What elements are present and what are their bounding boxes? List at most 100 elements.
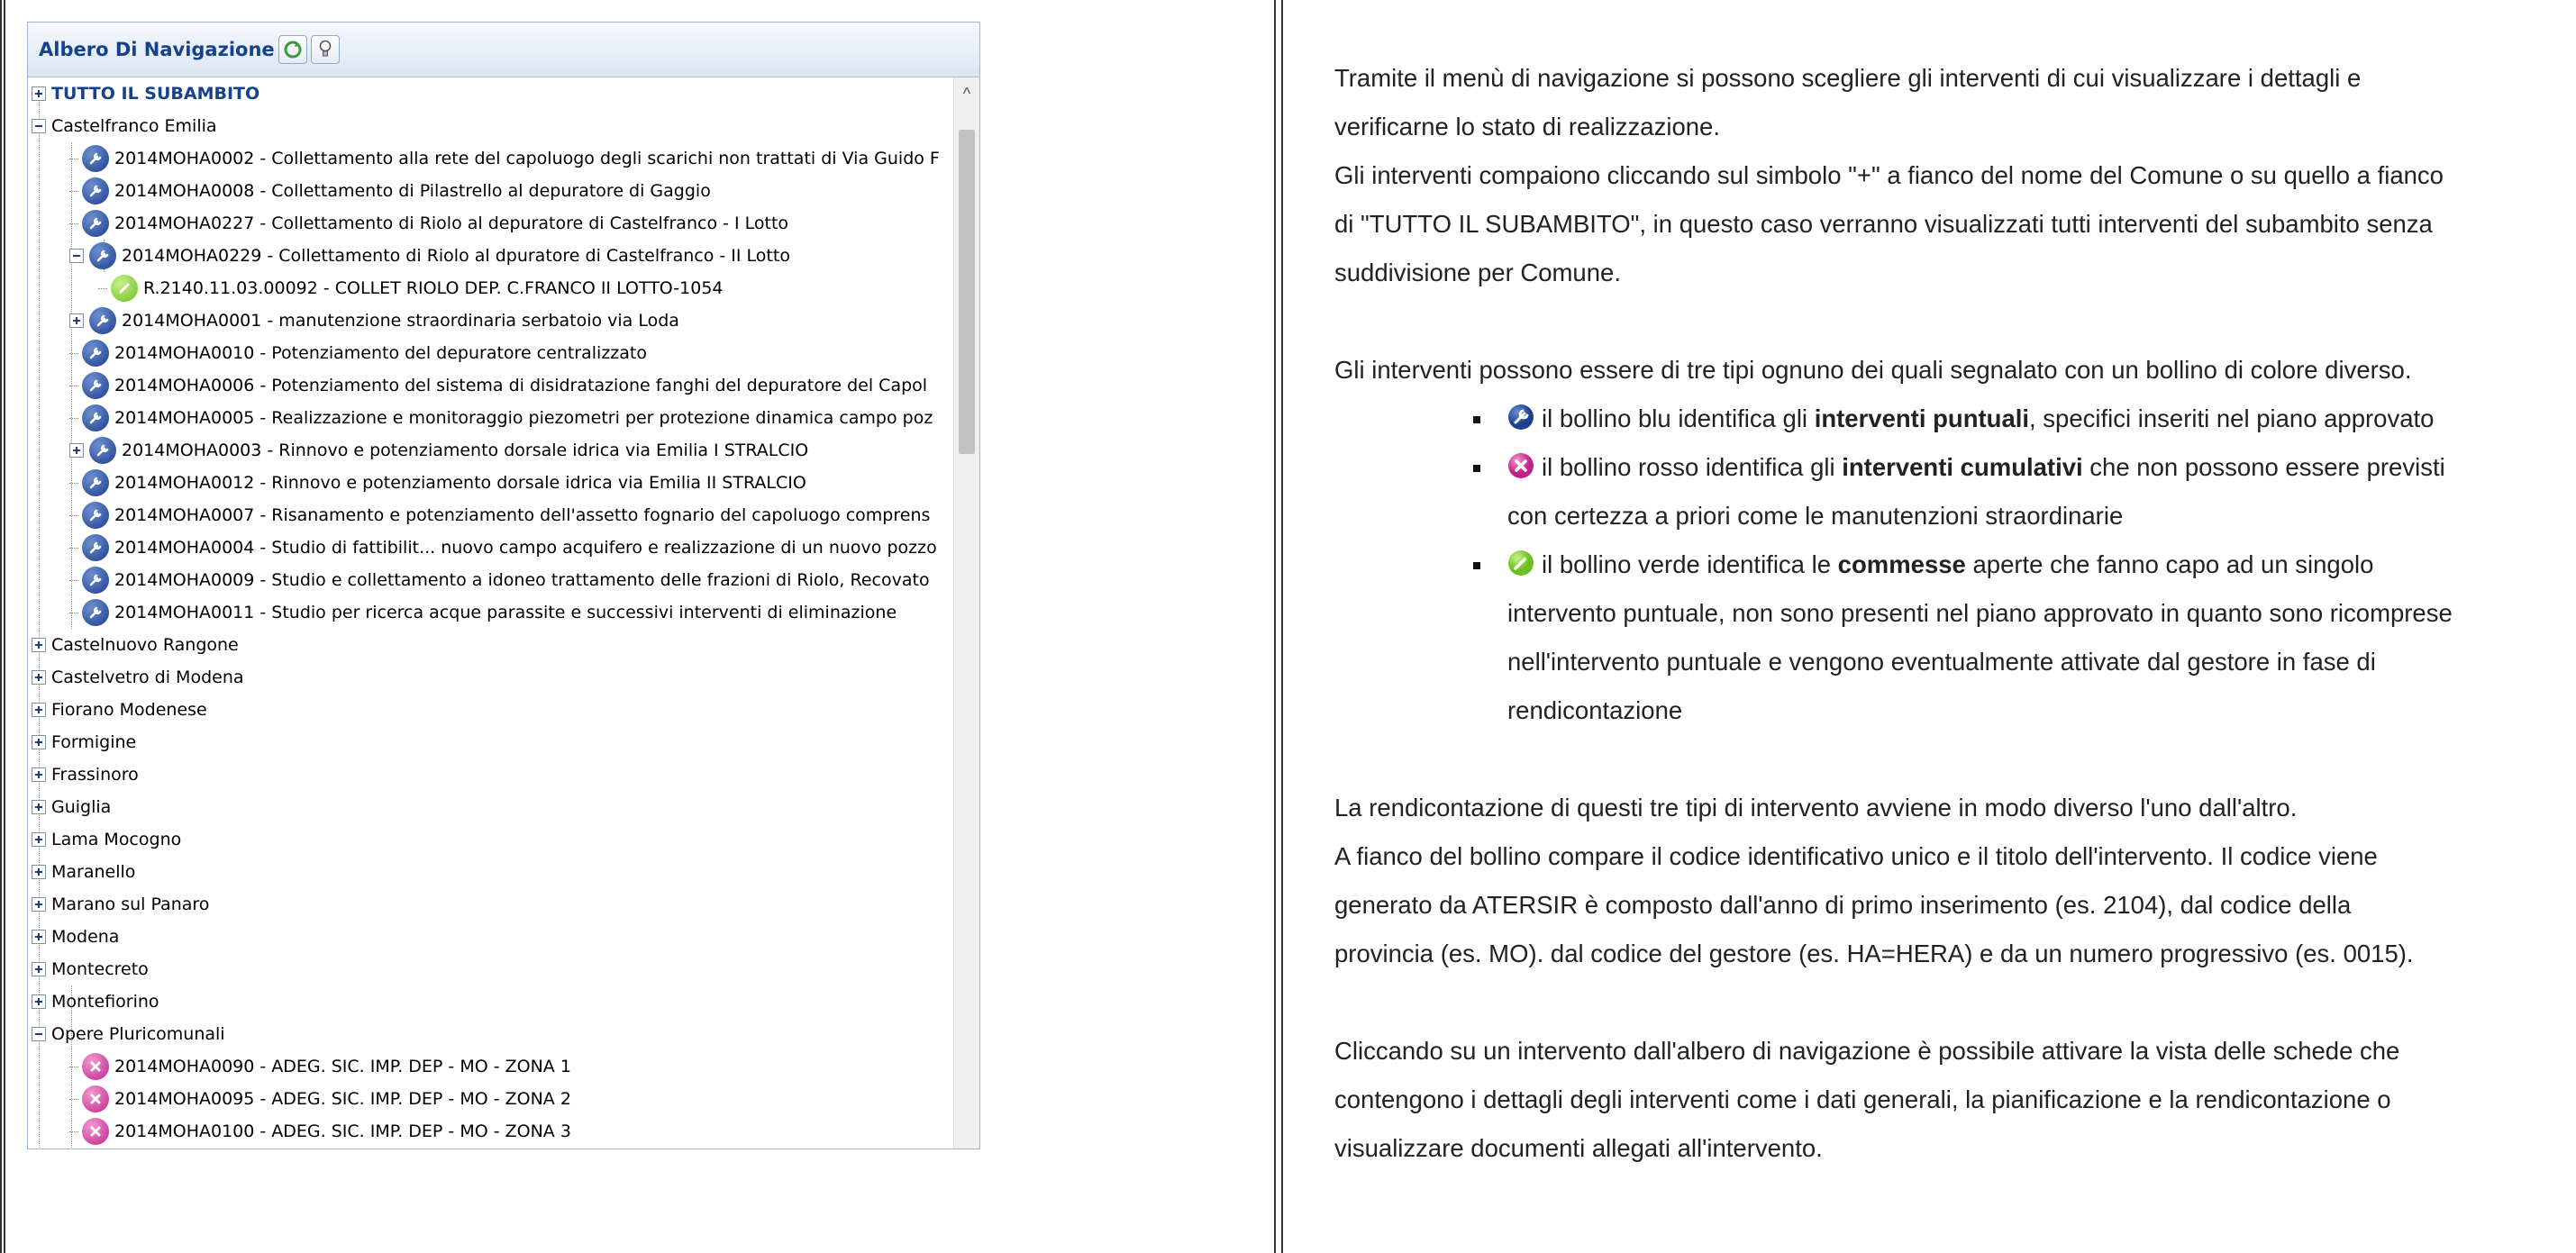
tree-node-comune[interactable]: Formigine (32, 726, 136, 758)
tree-node-intervento[interactable]: 2014MOHA0010 - Potenziamento del depurat… (69, 337, 647, 369)
tree-node-label[interactable]: 2014MOHA0005 - Realizzazione e monitorag… (114, 408, 933, 428)
blue-badge-icon (82, 469, 109, 496)
expand-toggle-icon[interactable] (69, 443, 84, 458)
tree-node-root[interactable]: TUTTO IL SUBAMBITO (32, 77, 259, 110)
collapse-toggle-icon[interactable] (32, 1027, 46, 1041)
tree-node-comune[interactable]: Montecreto (32, 953, 149, 985)
tree-connector (69, 190, 78, 192)
refresh-icon[interactable] (278, 35, 307, 64)
tree-node-comune[interactable]: Lama Mocogno (32, 823, 181, 856)
tree-node-comune[interactable]: Modena (32, 921, 119, 953)
tree-node-intervento[interactable]: 2014MOHA0006 - Potenziamento del sistema… (69, 369, 927, 402)
scroll-thumb[interactable] (959, 130, 975, 454)
tree-node-intervento[interactable]: 2014MOHA0095 - ADEG. SIC. IMP. DEP - MO … (69, 1083, 571, 1115)
expand-toggle-icon[interactable] (32, 670, 46, 685)
scroll-up-arrow-icon[interactable]: ^ (954, 81, 979, 106)
tree-node-intervento[interactable]: 2014MOHA0011 - Studio per ricerca acque … (69, 596, 897, 629)
tree-node-intervento[interactable]: 2014MOHA0002 - Collettamento alla rete d… (69, 142, 940, 175)
tree-node-intervento[interactable]: 2014MOHA0105 - ADEG. SIC. IMP. DEP - MO … (69, 1148, 571, 1149)
tree-node-label[interactable]: 2014MOHA0002 - Collettamento alla rete d… (114, 149, 940, 168)
blue-badge-icon (82, 534, 109, 561)
collapse-toggle-icon[interactable] (32, 119, 46, 133)
blue-badge-icon (82, 502, 109, 529)
tree-node-label[interactable]: Modena (51, 927, 119, 947)
tree-node-intervento[interactable]: 2014MOHA0007 - Risanamento e potenziamen… (69, 499, 930, 531)
expand-toggle-icon[interactable] (32, 638, 46, 652)
tree-node-label[interactable]: Montecreto (51, 959, 149, 979)
tree-node-comune[interactable]: Castelvetro di Modena (32, 661, 244, 694)
lightbulb-icon[interactable] (310, 35, 340, 64)
tree-node-label[interactable]: Maranello (51, 862, 135, 882)
tree-node-label[interactable]: Guiglia (51, 797, 111, 817)
tree-node-label[interactable]: 2014MOHA0090 - ADEG. SIC. IMP. DEP - MO … (114, 1057, 571, 1076)
tree-node-label[interactable]: 2014MOHA0009 - Studio e collettamento a … (114, 570, 930, 590)
tree-node-label[interactable]: 2014MOHA0010 - Potenziamento del depurat… (114, 343, 647, 363)
blue-badge-icon (82, 567, 109, 594)
tree-node-comune[interactable]: Opere Pluricomunali (32, 1018, 225, 1050)
expand-toggle-icon[interactable] (32, 767, 46, 782)
tree-connector (69, 579, 78, 581)
expand-toggle-icon[interactable] (32, 930, 46, 944)
tree-node-comune[interactable]: Montefiorino (32, 985, 159, 1018)
tree-scrollbar[interactable]: ^ (953, 77, 979, 1149)
expand-toggle-icon[interactable] (32, 703, 46, 717)
tree-node-label[interactable]: 2014MOHA0011 - Studio per ricerca acque … (114, 603, 897, 622)
tree-node-intervento[interactable]: 2014MOHA0001 - manutenzione straordinari… (69, 304, 679, 337)
tree-node-label[interactable]: 2014MOHA0003 - Rinnovo e potenziamento d… (122, 440, 808, 460)
tree-node-label[interactable]: R.2140.11.03.00092 - COLLET RIOLO DEP. C… (143, 278, 724, 298)
expand-toggle-icon[interactable] (69, 313, 84, 328)
tree-node-label[interactable]: Castelfranco Emilia (51, 116, 217, 136)
expand-toggle-icon[interactable] (32, 735, 46, 749)
tree-node-comune[interactable]: Marano sul Panaro (32, 888, 209, 921)
tree-connector (69, 482, 78, 484)
tree-node-label[interactable]: Marano sul Panaro (51, 894, 209, 914)
tree-node-comune[interactable]: Guiglia (32, 791, 111, 823)
tree-node-label[interactable]: 2014MOHA0100 - ADEG. SIC. IMP. DEP - MO … (114, 1121, 571, 1141)
blue-badge-icon (1507, 404, 1534, 431)
tree-node-label[interactable]: 2014MOHA0012 - Rinnovo e potenziamento d… (114, 473, 806, 493)
tree-node-intervento[interactable]: 2014MOHA0004 - Studio di fattibilit... n… (69, 531, 937, 564)
tree-node-label[interactable]: Opere Pluricomunali (51, 1024, 225, 1044)
tree-node-intervento[interactable]: 2014MOHA0012 - Rinnovo e potenziamento d… (69, 467, 806, 499)
expand-toggle-icon[interactable] (32, 994, 46, 1009)
expand-toggle-icon[interactable] (32, 800, 46, 814)
tree-node-intervento[interactable]: 2014MOHA0227 - Collettamento di Riolo al… (69, 207, 788, 240)
tree-node-label[interactable]: 2014MOHA0095 - ADEG. SIC. IMP. DEP - MO … (114, 1089, 571, 1109)
tree-node-label[interactable]: Castelvetro di Modena (51, 667, 244, 687)
expand-toggle-icon[interactable] (32, 865, 46, 879)
expand-toggle-icon[interactable] (32, 897, 46, 912)
tree-node-label[interactable]: 2014MOHA0008 - Collettamento di Pilastre… (114, 181, 711, 201)
tree-node-label[interactable]: Lama Mocogno (51, 830, 181, 849)
tree-node-label[interactable]: Fiorano Modenese (51, 700, 207, 720)
tree-node-label[interactable]: 2014MOHA0001 - manutenzione straordinari… (122, 311, 679, 331)
tree-node-intervento[interactable]: 2014MOHA0009 - Studio e collettamento a … (69, 564, 930, 596)
tree-node-label[interactable]: Castelnuovo Rangone (51, 635, 239, 655)
tree-node-intervento[interactable]: 2014MOHA0008 - Collettamento di Pilastre… (69, 175, 711, 207)
tree-node-intervento[interactable]: 2014MOHA0229 - Collettamento di Riolo al… (69, 240, 790, 272)
tree-node-intervento[interactable]: 2014MOHA0100 - ADEG. SIC. IMP. DEP - MO … (69, 1115, 571, 1148)
tree-node-label[interactable]: Frassinoro (51, 765, 139, 785)
tree-node-commessa[interactable]: R.2140.11.03.00092 - COLLET RIOLO DEP. C… (98, 272, 724, 304)
tree-node-label[interactable]: 2014MOHA0006 - Potenziamento del sistema… (114, 376, 927, 395)
tree-node-comune[interactable]: Maranello (32, 856, 135, 888)
tree-node-label[interactable]: 2014MOHA0227 - Collettamento di Riolo al… (114, 213, 788, 233)
expand-toggle-icon[interactable] (32, 86, 46, 101)
column-divider (1274, 0, 1283, 1253)
tree-node-label[interactable]: TUTTO IL SUBAMBITO (51, 84, 259, 104)
tree-node-label[interactable]: 2014MOHA0007 - Risanamento e potenziamen… (114, 505, 930, 525)
tree-node-comune[interactable]: Frassinoro (32, 758, 139, 791)
tree-node-intervento[interactable]: 2014MOHA0003 - Rinnovo e potenziamento d… (69, 434, 808, 467)
tree-node-comune[interactable]: Castelnuovo Rangone (32, 629, 239, 661)
tree-node-label[interactable]: Montefiorino (51, 992, 159, 1012)
tree-node-intervento[interactable]: 2014MOHA0005 - Realizzazione e monitorag… (69, 402, 933, 434)
collapse-toggle-icon[interactable] (69, 249, 84, 263)
tree-node-comune[interactable]: Castelfranco Emilia (32, 110, 217, 142)
tree-node-comune[interactable]: Fiorano Modenese (32, 694, 207, 726)
tree-connector (98, 287, 107, 289)
expand-toggle-icon[interactable] (32, 962, 46, 976)
tree-node-label[interactable]: 2014MOHA0229 - Collettamento di Riolo al… (122, 246, 790, 266)
tree-node-intervento[interactable]: 2014MOHA0090 - ADEG. SIC. IMP. DEP - MO … (69, 1050, 571, 1083)
tree-node-label[interactable]: Formigine (51, 732, 136, 752)
expand-toggle-icon[interactable] (32, 832, 46, 847)
tree-node-label[interactable]: 2014MOHA0004 - Studio di fattibilit... n… (114, 538, 937, 558)
